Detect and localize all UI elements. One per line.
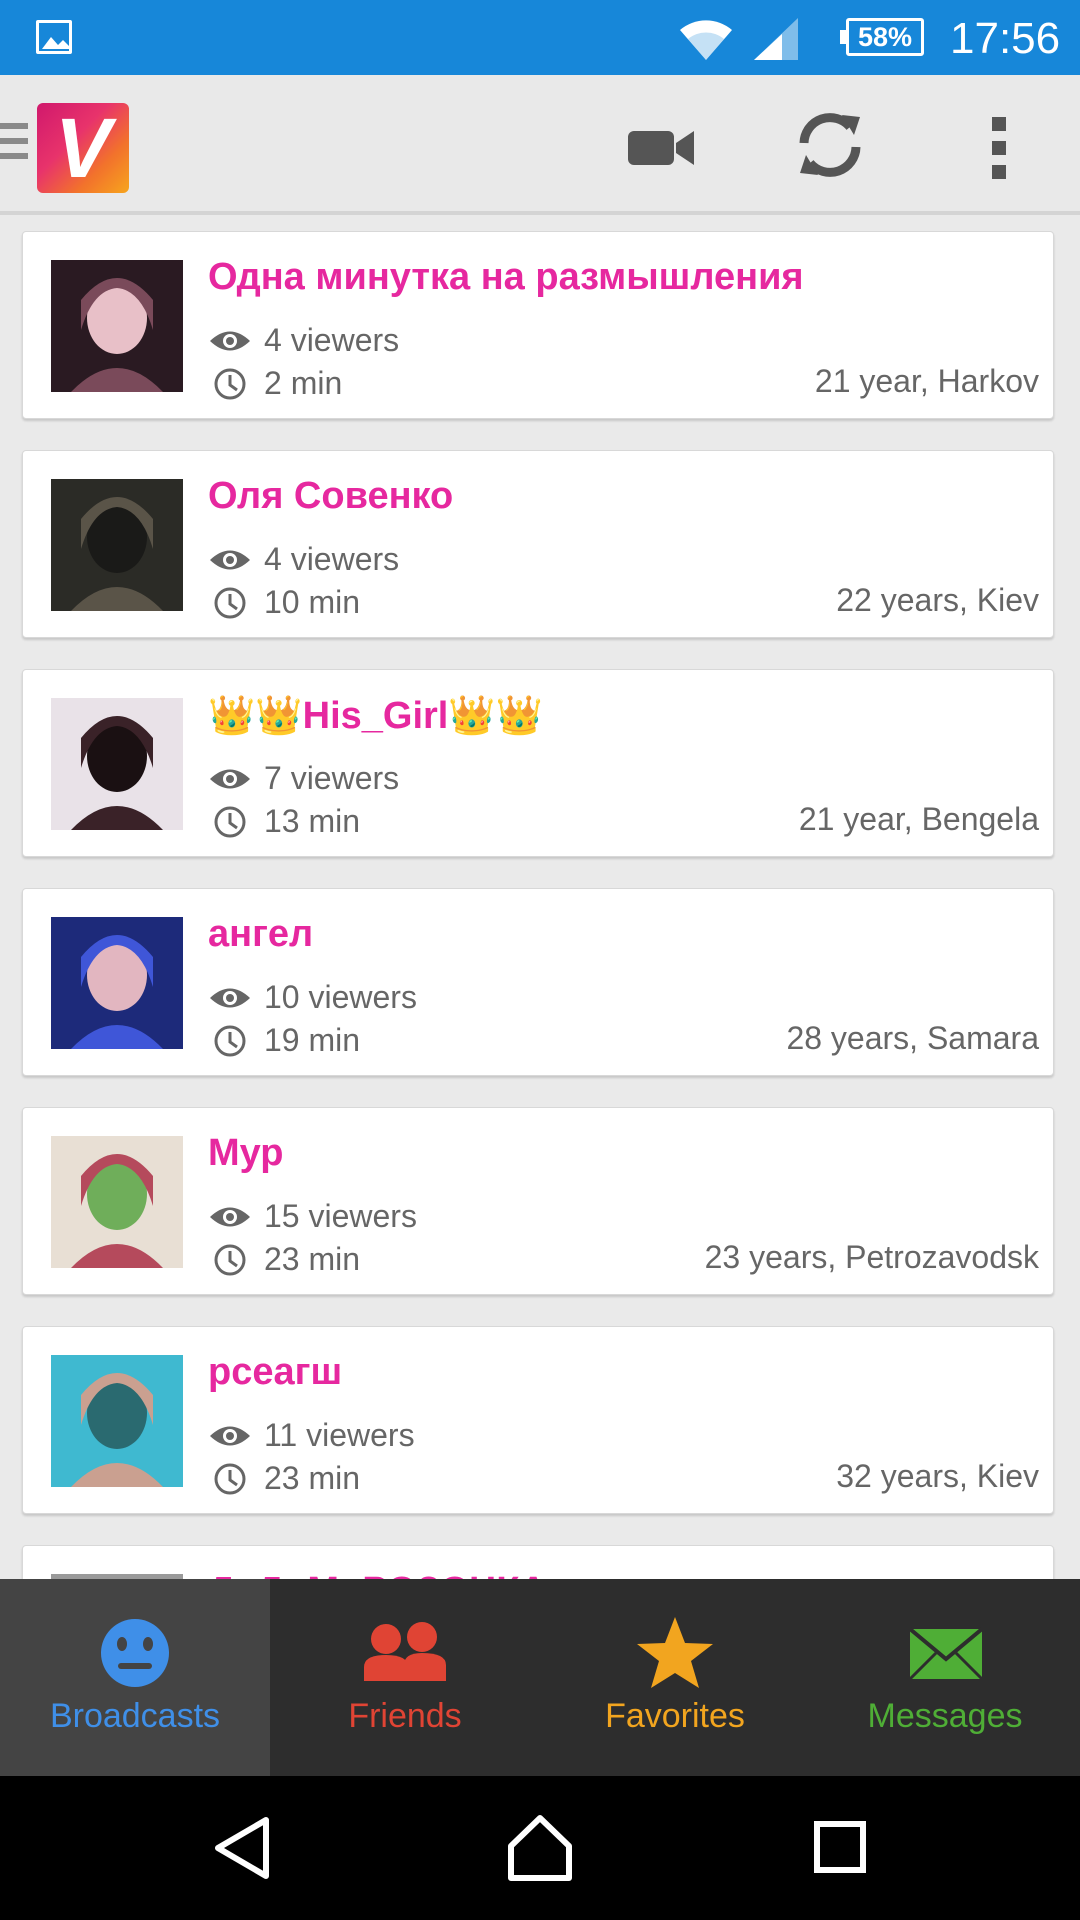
viewers-count: 7 viewers (264, 760, 400, 797)
age-location: 32 years, Kiev (836, 1458, 1039, 1494)
tab-favorites[interactable]: Favorites (540, 1579, 810, 1776)
clock-icon (214, 806, 246, 838)
bottom-navigation: Broadcasts Friends Favorites Messages (0, 1579, 1080, 1776)
smiley-face-icon (101, 1619, 169, 1687)
duration: 10 min (264, 584, 361, 621)
eye-icon (210, 550, 250, 570)
home-icon[interactable] (495, 1806, 585, 1890)
broadcast-title: ДеДоМоРОЗОЧКА (208, 1570, 547, 1579)
duration-row: 13 min (208, 801, 360, 840)
envelope-icon (908, 1627, 984, 1681)
duration: 23 min (264, 1460, 361, 1497)
broadcast-list[interactable]: Одна минутка на размышления 4 viewers 2 … (0, 219, 1080, 1579)
duration: 2 min (264, 365, 343, 402)
app-bar: V (0, 75, 1080, 215)
video-camera-icon[interactable] (622, 117, 702, 177)
broadcaster-avatar (51, 1355, 183, 1487)
viewers-count: 4 viewers (264, 322, 400, 359)
system-navigation-bar (0, 1776, 1080, 1920)
clock-icon (214, 1463, 246, 1495)
age-location: 21 year, Bengela (798, 801, 1039, 837)
duration-row: 2 min (208, 363, 342, 402)
eye-icon (210, 1207, 250, 1227)
viewers-count: 4 viewers (264, 541, 400, 578)
refresh-icon[interactable] (790, 105, 870, 185)
app-logo-letter: V (54, 103, 112, 193)
tab-label: Messages (867, 1697, 1023, 1735)
eye-icon (210, 331, 250, 351)
viewers-row: 4 viewers (208, 539, 399, 578)
tab-broadcasts[interactable]: Broadcasts (0, 1579, 270, 1776)
clock-icon (214, 368, 246, 400)
viewers-row: 11 viewers (208, 1415, 415, 1454)
duration-row: 23 min (208, 1239, 360, 1278)
tab-friends[interactable]: Friends (270, 1579, 540, 1776)
age-location: 23 years, Petrozavodsk (704, 1239, 1039, 1275)
signal-icon (754, 18, 798, 60)
people-icon (364, 1622, 446, 1681)
viewers-row: 7 viewers (208, 758, 399, 797)
viewers-count: 15 viewers (264, 1198, 417, 1235)
viewers-row: 15 viewers (208, 1196, 417, 1235)
age-location: 28 years, Samara (786, 1020, 1039, 1056)
age-location: 21 year, Harkov (814, 363, 1039, 399)
broadcast-card[interactable]: Мур 15 viewers 23 min 23 years, Petrozav… (22, 1107, 1054, 1295)
viewers-count: 11 viewers (264, 1417, 415, 1454)
broadcaster-avatar (51, 1136, 183, 1268)
broadcast-title: 👑👑His_Girl👑👑 (208, 695, 543, 737)
duration: 23 min (264, 1241, 361, 1278)
broadcast-card[interactable]: рсеагш 11 viewers 23 min 32 years, Kiev (22, 1326, 1054, 1514)
broadcaster-avatar (51, 698, 183, 830)
eye-icon (210, 988, 250, 1008)
broadcast-title: ангел (208, 913, 314, 955)
battery-indicator: 58% (840, 18, 924, 56)
duration-row: 19 min (208, 1020, 360, 1059)
app-logo[interactable]: V (37, 103, 129, 193)
drawer-menu-icon[interactable] (0, 123, 28, 167)
duration-row: 23 min (208, 1458, 360, 1497)
duration: 19 min (264, 1022, 361, 1059)
image-notification-icon (36, 20, 72, 54)
broadcast-card[interactable]: Оля Совенко 4 viewers 10 min 22 years, K… (22, 450, 1054, 638)
broadcaster-avatar (51, 917, 183, 1049)
tab-messages[interactable]: Messages (810, 1579, 1080, 1776)
back-icon[interactable] (196, 1806, 286, 1890)
clock-icon (214, 1025, 246, 1057)
age-location: 22 years, Kiev (836, 582, 1039, 618)
eye-icon (210, 769, 250, 789)
viewers-row: 4 viewers (208, 320, 399, 359)
viewers-row: 10 viewers (208, 977, 417, 1016)
tab-label: Broadcasts (49, 1697, 221, 1735)
recents-icon[interactable] (795, 1806, 885, 1890)
status-bar: 58% 17:56 (0, 0, 1080, 75)
duration-row: 10 min (208, 582, 360, 621)
clock-icon (214, 587, 246, 619)
eye-icon (210, 1426, 250, 1446)
overflow-menu-icon[interactable] (982, 115, 1016, 181)
broadcast-title: Оля Совенко (208, 475, 454, 517)
broadcast-title: рсеагш (208, 1351, 343, 1393)
clock: 17:56 (950, 14, 1061, 63)
viewers-count: 10 viewers (264, 979, 417, 1016)
broadcast-card[interactable]: ДеДоМоРОЗОЧКА (22, 1545, 1054, 1579)
star-icon (637, 1617, 713, 1688)
broadcast-card[interactable]: 👑👑His_Girl👑👑 7 viewers 13 min 21 year, B… (22, 669, 1054, 857)
broadcaster-avatar (51, 479, 183, 611)
wifi-icon (680, 20, 732, 61)
clock-icon (214, 1244, 246, 1276)
tab-label: Friends (348, 1697, 462, 1735)
tab-label: Favorites (605, 1697, 745, 1735)
broadcast-title: Одна минутка на размышления (208, 256, 804, 298)
duration: 13 min (264, 803, 361, 840)
broadcast-title: Мур (208, 1132, 284, 1174)
broadcast-card[interactable]: ангел 10 viewers 19 min 28 years, Samara (22, 888, 1054, 1076)
broadcast-card[interactable]: Одна минутка на размышления 4 viewers 2 … (22, 231, 1054, 419)
broadcaster-avatar (51, 260, 183, 392)
